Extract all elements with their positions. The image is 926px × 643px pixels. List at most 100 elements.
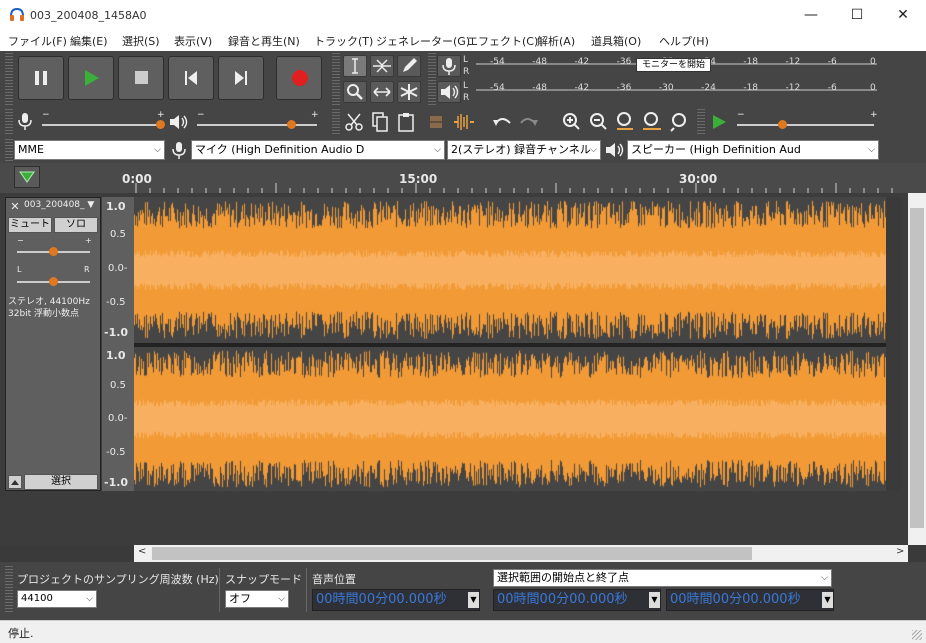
scroll-right-icon[interactable]: > [896,546,904,557]
redo-button[interactable] [517,111,541,136]
meter-grip[interactable] [428,53,436,105]
menu-transport[interactable]: 録音と再生(N) [228,33,300,49]
play-slider-minus: − [197,110,205,120]
end-format-dropdown[interactable]: ▼ [822,592,833,608]
select-track-button[interactable]: 選択 [24,474,98,490]
zoom-tool-button[interactable] [343,81,367,103]
tools-grip[interactable] [332,53,340,105]
trim-button[interactable] [425,111,449,136]
divider [219,568,220,612]
record-button[interactable] [276,56,322,100]
skip-start-icon [185,71,197,85]
menu-generate[interactable]: ジェネレーター(G) [376,33,470,49]
fit-project-button[interactable] [641,111,665,136]
zoom-in-button[interactable] [560,111,584,136]
gain-thumb[interactable] [49,247,58,256]
play-at-speed-grip[interactable] [697,109,705,135]
menu-edit[interactable]: 編集(E) [70,33,108,49]
resize-grip-icon[interactable] [912,630,922,640]
close-window-button[interactable]: ✕ [880,0,926,30]
skip-to-end-button[interactable] [218,56,264,100]
draw-tool-button[interactable] [397,55,421,77]
scale-top-0.0: 0.0- [108,263,128,274]
audio-host-select[interactable]: MME ⌵ [14,140,165,160]
close-track-icon[interactable]: ✕ [8,200,22,214]
minimize-button[interactable]: — [788,0,834,30]
play-button[interactable] [68,56,114,100]
output-device-select[interactable]: スピーカー (High Definition Aud ⌵ [627,140,879,160]
pan-thumb[interactable] [49,277,58,286]
playback-volume-thumb[interactable] [287,120,296,129]
play-meter[interactable]: -54 -48 -42 -36 -30 -24 -18 -12 -6 0 [472,83,880,103]
input-device-select[interactable]: マイク (High Definition Audio D ⌵ [191,140,445,160]
undo-button[interactable] [490,111,514,136]
record-volume-thumb[interactable] [156,120,165,129]
solo-button[interactable]: ソロ [54,217,98,233]
time-shift-tool-button[interactable] [370,81,394,103]
snap-mode-select[interactable]: オフ ⌵ [225,590,289,608]
horizontal-scroll-thumb[interactable] [152,547,752,560]
play-meter-channel-r: R [463,93,470,103]
menu-effect[interactable]: エフェクト(C) [467,33,538,49]
start-monitoring-button[interactable]: モニターを開始 [636,58,711,72]
divider [306,568,307,612]
output-device-speaker-icon [604,140,626,163]
envelope-tool-button[interactable] [370,55,394,77]
silence-button[interactable] [451,111,477,136]
record-meter-button[interactable] [437,55,461,77]
selection-start-time[interactable]: 00時間00分00.000秒 [493,589,661,611]
play-speed-thumb[interactable] [778,120,787,129]
menu-view[interactable]: 表示(V) [174,33,212,49]
device-grip[interactable] [5,139,13,161]
silence-audio-icon [454,114,474,130]
selection-mode-select[interactable]: 選択範囲の開始点と終了点 ⌵ [493,569,832,587]
scroll-left-icon[interactable]: < [138,546,146,557]
chevron-down-icon: ⌵ [821,573,828,583]
meter-scale-label: -54 [490,83,505,93]
position-format-dropdown[interactable]: ▼ [468,592,479,608]
play-at-speed-button[interactable] [707,111,731,136]
zoom-out-button[interactable] [587,111,611,136]
mute-button[interactable]: ミュート [8,217,52,233]
input-channels-select[interactable]: 2(ステレオ) 録音チャンネル ⌵ [447,140,601,160]
fit-selection-button[interactable] [614,111,638,136]
zoom-toggle-button[interactable] [668,111,692,136]
playback-meter-button[interactable] [437,81,461,103]
meter-scale-label: -18 [743,83,759,93]
multi-tool-button[interactable] [397,81,421,103]
stop-button[interactable] [118,56,164,100]
waveform-right-channel[interactable] [134,347,886,491]
menu-file[interactable]: ファイル(F) [8,33,67,49]
toolbar-grip[interactable] [5,53,13,105]
audio-position-time[interactable]: 00時間00分00.000秒 [312,589,480,611]
meter-scale-label: -42 [574,57,590,67]
cut-button[interactable] [343,111,367,136]
undo-icon [493,118,511,126]
menu-select[interactable]: 選択(S) [122,33,160,49]
menu-help[interactable]: ヘルプ(H) [659,33,709,49]
selection-tool-button[interactable] [343,55,367,77]
gain-minus-label: − [17,236,24,245]
play-speed-slider[interactable] [737,124,874,126]
copy-button[interactable] [369,111,393,136]
menu-tracks[interactable]: トラック(T) [314,33,373,49]
mixer-grip[interactable] [5,109,13,135]
project-rate-select[interactable]: 44100 ⌵ [17,590,97,608]
maximize-button[interactable]: ☐ [834,0,880,30]
menu-analyze[interactable]: 解析(A) [537,33,575,49]
track-name-menu[interactable]: 003_200408_ ▼ [24,200,100,214]
start-format-dropdown[interactable]: ▼ [649,592,660,608]
selection-toolbar-grip[interactable] [5,566,13,614]
collapse-track-button[interactable] [8,475,22,489]
record-volume-slider[interactable] [42,124,162,126]
pause-button[interactable] [18,56,64,100]
menu-tools[interactable]: 道具箱(O) [591,33,641,49]
track-format-line2: 32bit 浮動小数点 [8,309,80,319]
vertical-scroll-thumb[interactable] [910,208,924,528]
paste-button[interactable] [395,111,419,136]
selection-end-time[interactable]: 00時間00分00.000秒 [666,589,834,611]
playback-volume-slider[interactable] [197,124,317,126]
waveform-left-channel[interactable] [134,197,886,343]
edit-grip[interactable] [332,109,340,135]
skip-to-start-button[interactable] [168,56,214,100]
